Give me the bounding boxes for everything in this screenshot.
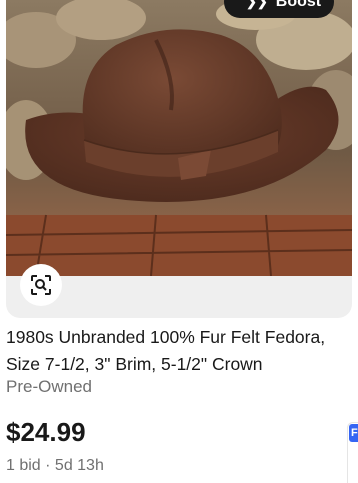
visual-search-button[interactable]	[20, 264, 62, 306]
listing-condition: Pre-Owned	[6, 377, 92, 396]
boost-label: Boost	[275, 0, 322, 10]
boost-icon: ❯❯	[246, 0, 268, 9]
listing-bids-time: 1 bid · 5d 13h	[6, 457, 104, 474]
visual-search-icon	[31, 275, 51, 295]
listing-title[interactable]: 1980s Unbranded 100% Fur Felt Fedora, Si…	[6, 324, 352, 378]
listing-price: $24.99	[6, 417, 86, 447]
boost-badge: ❯❯ Boost	[224, 0, 334, 18]
listing-image-container[interactable]: ❯❯ Boost	[6, 0, 352, 318]
listing-photo[interactable]	[6, 0, 352, 276]
listing-card[interactable]: ❯❯ Boost 1980s Unbranded 100% Fur Felt F…	[0, 0, 352, 481]
next-listing-badge: F	[349, 424, 358, 442]
